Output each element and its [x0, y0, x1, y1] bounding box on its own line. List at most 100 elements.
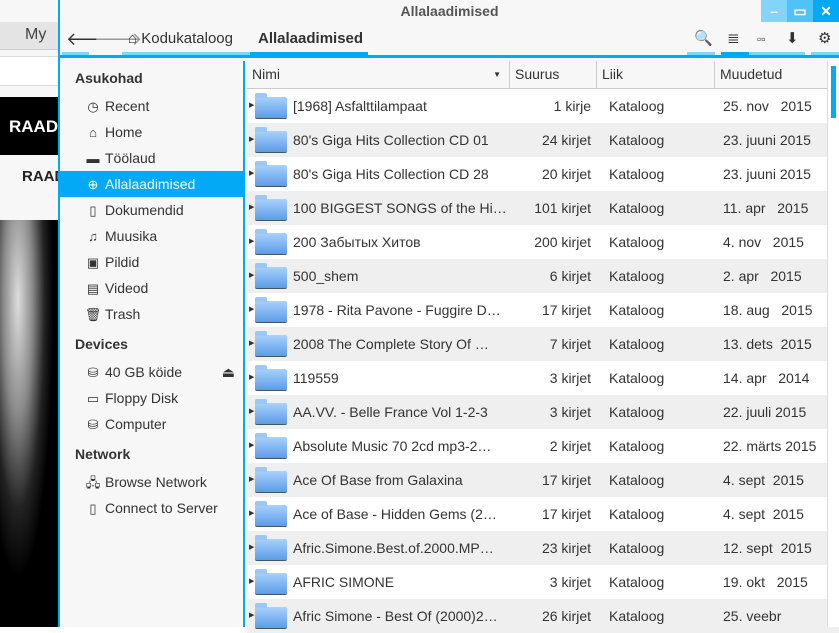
file-size: 2 kirjet: [549, 438, 591, 454]
file-modified: 4. sept 2015: [723, 472, 804, 488]
file-size: 7 kirjet: [549, 336, 591, 352]
sidebar-item-dokumendid[interactable]: ▯ Dokumendid: [60, 197, 243, 223]
sidebar-item-label: Allalaadimised: [105, 176, 196, 192]
expand-arrow-icon[interactable]: ▶: [249, 463, 254, 497]
browser-tab[interactable]: My: [25, 26, 46, 44]
expand-arrow-icon[interactable]: ▶: [249, 123, 254, 157]
sidebar-item-allalaadimised[interactable]: ⊕ Allalaadimised: [60, 171, 243, 197]
sidebar-item-label: Pildid: [105, 254, 140, 270]
expand-arrow-icon[interactable]: ▶: [249, 565, 254, 599]
column-modified[interactable]: Muudetud: [715, 61, 830, 88]
file-size: 200 kirjet: [534, 234, 591, 250]
expand-arrow-icon[interactable]: ▶: [249, 361, 254, 395]
sidebar-item-floppy-disk[interactable]: ▭ Floppy Disk: [60, 385, 243, 411]
table-row[interactable]: ▶ 80's Giga Hits Collection CD 28 20 kirje…: [247, 157, 839, 191]
file-size: 17 kirjet: [541, 302, 591, 318]
sidebar-item-t-laud[interactable]: ▬ Töölaud: [60, 145, 243, 171]
table-row[interactable]: ▶ 200 Забытых Хитов 200 kirjet Kataloog 4. n…: [247, 225, 839, 259]
sidebar-item-recent[interactable]: ◷ Recent: [60, 93, 243, 119]
list-view-icon[interactable]: ≣: [727, 28, 740, 50]
sidebar-item-computer[interactable]: ⛁ Computer: [60, 411, 243, 437]
file-modified: 2. apr 2015: [723, 268, 802, 284]
expand-arrow-icon[interactable]: ▶: [249, 259, 254, 293]
expand-arrow-icon[interactable]: ▶: [249, 225, 254, 259]
network-header: Network: [75, 446, 131, 462]
file-type: Kataloog: [609, 98, 665, 114]
site-banner: RAAD: [0, 97, 60, 155]
maximize-button[interactable]: ▭: [787, 0, 813, 22]
table-row[interactable]: ▶ AFRIC SIMONE 3 kirjet Kataloog 19. okt 201…: [247, 565, 839, 599]
expand-arrow-icon[interactable]: ▶: [249, 157, 254, 191]
document-icon: ▯: [89, 203, 97, 218]
network-icon: 🖧: [85, 475, 101, 490]
expand-arrow-icon[interactable]: ▶: [249, 429, 254, 463]
table-row[interactable]: ▶ 1978 - Rita Pavone - Fuggire D… 17 kirje…: [247, 293, 839, 327]
file-name: 119559: [293, 370, 339, 386]
file-name: 80's Giga Hits Collection CD 28: [293, 166, 489, 182]
table-row[interactable]: ▶ 80's Giga Hits Collection CD 01 24 kirje…: [247, 123, 839, 157]
search-icon[interactable]: 🔍: [694, 28, 713, 50]
file-type: Kataloog: [609, 302, 665, 318]
browser-tab-bar: My: [0, 22, 60, 50]
scrollbar[interactable]: [827, 61, 839, 627]
table-row[interactable]: ▶ Ace of Base - Hidden Gems (2… 17 kirjet K…: [247, 497, 839, 531]
download-arrow-icon[interactable]: ⬇: [786, 28, 799, 50]
expand-arrow-icon[interactable]: ▶: [249, 531, 254, 565]
file-manager-window: Allalaadimised – ▭ ✕ 🡐 🡒 ⌂ Kodukataloog …: [58, 0, 839, 633]
expand-arrow-icon[interactable]: ▶: [249, 89, 254, 123]
path-home-button[interactable]: ⌂ Kodukataloog: [128, 28, 233, 50]
expand-arrow-icon[interactable]: ▶: [249, 191, 254, 225]
folder-icon: [255, 501, 287, 527]
path-current-button[interactable]: Allalaadimised: [258, 28, 363, 50]
table-row[interactable]: ▶ Afric.Simone.Best.of.2000.MP… 23 kirjet K…: [247, 531, 839, 565]
expand-arrow-icon[interactable]: ▶: [249, 497, 254, 531]
minimize-button[interactable]: –: [761, 0, 787, 22]
expand-arrow-icon[interactable]: ▶: [249, 599, 254, 633]
grid-view-icon[interactable]: ▫▫: [757, 28, 766, 50]
expand-arrow-icon[interactable]: ▶: [249, 327, 254, 361]
file-type: Kataloog: [609, 234, 665, 250]
file-size: 101 kirjet: [534, 200, 591, 216]
site-nav[interactable]: RAAD: [22, 168, 60, 185]
table-row[interactable]: ▶ Absolute Music 70 2cd mp3-2… 2 kirjet Kat…: [247, 429, 839, 463]
folder-icon: [255, 603, 287, 629]
table-row[interactable]: ▶ Ace Of Base from Galaxina 17 kirjet Katal…: [247, 463, 839, 497]
expand-arrow-icon[interactable]: ▶: [249, 395, 254, 429]
gear-icon[interactable]: ⚙: [818, 28, 831, 50]
folder-icon: [255, 569, 287, 595]
file-name: Afric Simone - Best Of (2000)2…: [293, 608, 498, 624]
sidebar-item-browse-network[interactable]: 🖧 Browse Network: [60, 469, 243, 495]
browser-address-bar[interactable]: [0, 56, 60, 86]
sidebar-item-pildid[interactable]: ▣ Pildid: [60, 249, 243, 275]
column-size[interactable]: Suurus: [510, 61, 597, 88]
trash-icon: 🗑: [84, 307, 102, 322]
table-row[interactable]: ▶ 119559 3 kirjet Kataloog 14. apr 2014: [247, 361, 839, 395]
file-size: 26 kirjet: [541, 608, 591, 624]
sidebar-item-connect-to-server[interactable]: ▯ Connect to Server: [60, 495, 243, 521]
folder-icon: ▬: [86, 151, 100, 166]
folder-icon: [255, 365, 287, 391]
scrollbar-thumb[interactable]: [831, 66, 836, 118]
devices-header: Devices: [75, 336, 128, 352]
sidebar-item-40-gb-k-ide[interactable]: ⛁ 40 GB köide ⏏: [60, 359, 243, 385]
sidebar-item-label: Floppy Disk: [105, 390, 179, 406]
table-row[interactable]: ▶ 500_shem 6 kirjet Kataloog 2. apr 2015: [247, 259, 839, 293]
column-type[interactable]: Liik: [597, 61, 715, 88]
eject-icon[interactable]: ⏏: [222, 359, 235, 385]
table-row[interactable]: ▶ 2008 The Complete Story Of … 7 kirjet Kat…: [247, 327, 839, 361]
expand-arrow-icon[interactable]: ▶: [249, 293, 254, 327]
column-header: Nimi ▼ Suurus Liik Muudetud: [247, 61, 839, 89]
table-row[interactable]: ▶ Afric Simone - Best Of (2000)2… 26 kirje…: [247, 599, 839, 633]
sort-arrow-icon: ▼: [493, 70, 501, 79]
column-name[interactable]: Nimi ▼: [247, 61, 510, 88]
file-name: 200 Забытых Хитов: [293, 234, 421, 250]
sidebar-item-videod[interactable]: ▤ Videod: [60, 275, 243, 301]
table-row[interactable]: ▶ [1968] Asfalttilampaat 1 kirje Kataloog 25…: [247, 89, 839, 123]
sidebar-item-trash[interactable]: 🗑 Trash: [60, 301, 243, 327]
sidebar-item-home[interactable]: ⌂ Home: [60, 119, 243, 145]
sidebar-item-muusika[interactable]: ♫ Muusika: [60, 223, 243, 249]
folder-icon: [255, 331, 287, 357]
table-row[interactable]: ▶ AA.VV. - Belle France Vol 1-2-3 3 kirjet…: [247, 395, 839, 429]
close-button[interactable]: ✕: [813, 0, 839, 22]
table-row[interactable]: ▶ 100 BIGGEST SONGS of the Hi… 101 kirjet K…: [247, 191, 839, 225]
